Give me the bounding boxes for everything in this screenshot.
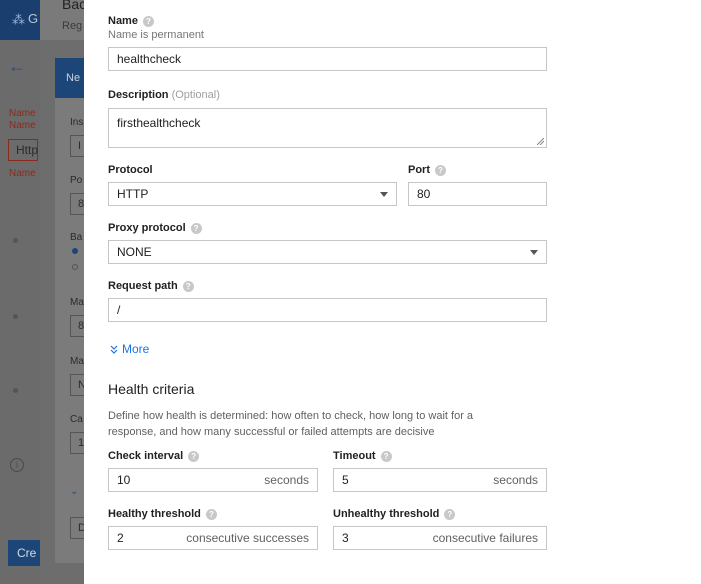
proxy-protocol-label: Proxy protocol? [108, 222, 202, 234]
port-label-text: Port [408, 164, 430, 176]
unhealthy-threshold-value: 3 [342, 531, 349, 545]
background-radio[interactable] [72, 264, 78, 270]
app-logo-text: G [28, 11, 39, 26]
healthy-threshold-label-text: Healthy threshold [108, 508, 201, 520]
health-criteria-description-line1: Define how health is determined: how oft… [108, 410, 474, 422]
background-panel-field[interactable]: I [70, 135, 85, 157]
unhealthy-threshold-unit: consecutive failures [432, 531, 538, 545]
background-title: Bac [62, 0, 87, 12]
background-panel-label: Ins [70, 117, 84, 128]
app-logo-icon: ⁂ [12, 12, 25, 27]
background-panel-field[interactable]: 8 [70, 315, 85, 337]
background-panel-field[interactable]: 8 [70, 193, 85, 215]
double-chevron-down-icon [110, 345, 118, 355]
unhealthy-threshold-label: Unhealthy threshold? [333, 508, 456, 520]
proxy-protocol-label-text: Proxy protocol [108, 222, 186, 234]
check-interval-label-text: Check interval [108, 450, 184, 462]
background-name-input[interactable]: Http [8, 139, 38, 161]
help-icon[interactable]: ? [142, 15, 154, 27]
back-arrow-icon[interactable]: ← [8, 56, 26, 77]
description-value: firsthealthcheck [117, 116, 201, 130]
timeout-label-text: Timeout [333, 450, 376, 462]
description-optional: (Optional) [171, 89, 220, 101]
background-panel-label: Ma [70, 356, 84, 367]
name-input-value: healthcheck [117, 52, 182, 66]
check-interval-unit: seconds [264, 473, 309, 487]
info-icon: i [10, 458, 24, 472]
background-panel-field[interactable]: 1 [70, 432, 85, 454]
health-check-dialog: Name? Name is permanent healthcheck Desc… [84, 0, 701, 584]
port-value: 80 [417, 187, 431, 201]
more-link[interactable]: More [110, 342, 149, 356]
timeout-label: Timeout? [333, 450, 392, 462]
request-path-label-text: Request path [108, 280, 178, 292]
background-panel-field[interactable]: D [70, 517, 86, 539]
request-path-value: / [117, 303, 121, 317]
name-label: Name? [108, 15, 154, 27]
name-label-text: Name [108, 15, 138, 27]
more-link-text: More [122, 342, 150, 356]
background-name-error: Name [9, 168, 36, 179]
request-path-input[interactable]: / [108, 298, 547, 322]
name-hint: Name is permanent [108, 29, 204, 41]
port-label: Port? [408, 164, 446, 176]
help-icon[interactable]: ? [190, 222, 202, 234]
background-step-dot [13, 238, 18, 243]
timeout-unit: seconds [493, 473, 538, 487]
background-panel-field[interactable]: N [70, 374, 86, 396]
unhealthy-threshold-label-text: Unhealthy threshold [333, 508, 440, 520]
help-icon[interactable]: ? [380, 450, 392, 462]
help-icon[interactable]: ? [182, 280, 194, 292]
check-interval-value: 10 [117, 473, 131, 487]
background-panel-label: Ca [70, 414, 83, 425]
timeout-input[interactable]: 5 seconds [333, 468, 547, 492]
background-panel-title: Ne [66, 72, 81, 84]
healthy-threshold-value: 2 [117, 531, 124, 545]
check-interval-label: Check interval? [108, 450, 200, 462]
healthy-threshold-unit: consecutive successes [186, 531, 309, 545]
background-name-label: Name Name [9, 108, 36, 132]
help-icon[interactable]: ? [435, 164, 446, 176]
background-subtitle: Reg [62, 20, 83, 32]
background-panel-label: Ba [70, 232, 83, 243]
help-icon[interactable]: ? [205, 508, 217, 520]
background-panel-label: Ma [70, 297, 84, 308]
health-criteria-heading: Health criteria [108, 381, 195, 397]
background-name-label-line1: Name [9, 108, 36, 119]
check-interval-input[interactable]: 10 seconds [108, 468, 318, 492]
protocol-select[interactable]: HTTP [108, 182, 397, 206]
healthy-threshold-label: Healthy threshold? [108, 508, 217, 520]
protocol-label: Protocol [108, 164, 153, 176]
chevron-down-icon [530, 250, 538, 255]
name-input[interactable]: healthcheck [108, 47, 547, 71]
request-path-label: Request path? [108, 280, 194, 292]
background-name-label-line2: Name [9, 120, 36, 131]
proxy-protocol-select[interactable]: NONE [108, 240, 547, 264]
resize-handle-icon[interactable] [537, 138, 544, 145]
help-icon[interactable]: ? [444, 508, 456, 520]
background-step-dot [13, 388, 18, 393]
background-create-button[interactable]: Cre [8, 540, 40, 566]
health-criteria-description-line2: response, and how many successful or fai… [108, 426, 435, 438]
description-textarea[interactable]: firsthealthcheck [108, 108, 547, 148]
background-radio-selected[interactable] [72, 248, 78, 254]
port-input[interactable]: 80 [408, 182, 547, 206]
background-panel-label: Po [70, 175, 83, 186]
description-label: Description (Optional) [108, 89, 220, 101]
unhealthy-threshold-input[interactable]: 3 consecutive failures [333, 526, 547, 550]
description-label-text: Description [108, 89, 169, 101]
timeout-value: 5 [342, 473, 349, 487]
health-criteria-description: Define how health is determined: how oft… [108, 408, 473, 440]
help-icon[interactable]: ? [188, 450, 200, 462]
background-expand-icon[interactable]: ⌄ [70, 486, 78, 497]
proxy-protocol-value: NONE [117, 245, 152, 259]
background-step-dot [13, 314, 18, 319]
protocol-value: HTTP [117, 187, 149, 201]
healthy-threshold-input[interactable]: 2 consecutive successes [108, 526, 318, 550]
chevron-down-icon [380, 192, 388, 197]
